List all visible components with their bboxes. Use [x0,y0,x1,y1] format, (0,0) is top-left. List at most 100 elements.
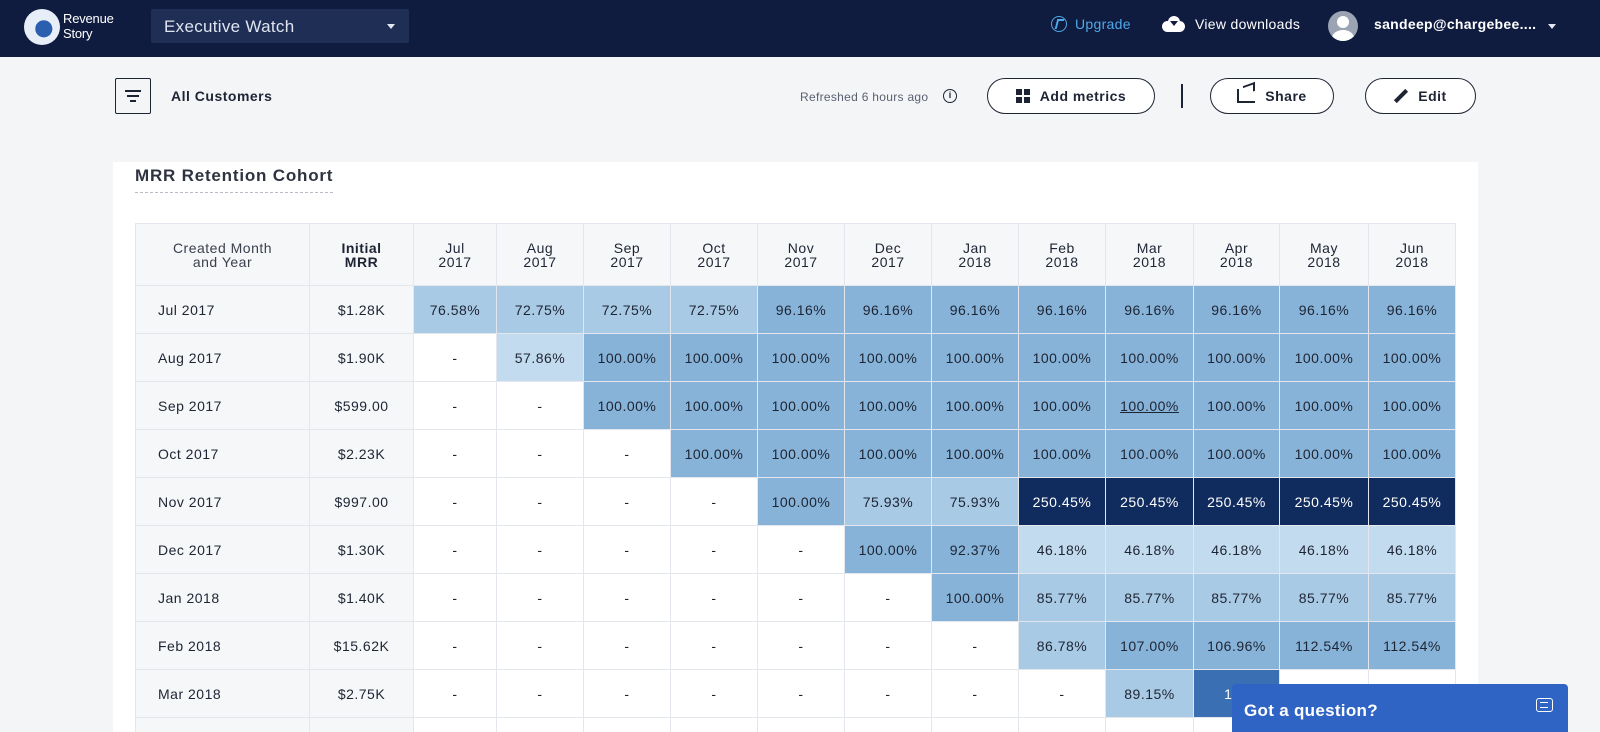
retention-cell[interactable]: 100.00% [931,381,1019,430]
retention-cell[interactable]: 46.18% [1105,525,1194,574]
retention-cell[interactable]: 250.45% [1105,477,1194,526]
retention-cell[interactable]: 100.00% [931,429,1019,478]
retention-cell[interactable]: 96.16% [1368,285,1456,334]
retention-cell[interactable]: 96.16% [1193,285,1280,334]
retention-cell[interactable]: 96.16% [1018,285,1106,334]
retention-cell[interactable]: 76.58% [413,285,497,334]
retention-cell[interactable]: 250.45% [1193,477,1280,526]
retention-cell[interactable]: 106.96% [1193,621,1280,670]
retention-cell[interactable]: 72.75% [670,285,758,334]
header-month: Oct 2017 [670,223,758,286]
add-metrics-button[interactable]: Add metrics [987,78,1155,114]
retention-cell[interactable]: 75.93% [931,477,1019,526]
chat-widget[interactable]: Got a question? [1232,684,1568,732]
retention-cell[interactable]: 96.16% [1279,285,1369,334]
retention-cell[interactable]: 100.00% [1279,429,1369,478]
retention-cell[interactable]: 89.15% [1105,669,1194,718]
retention-cell[interactable]: 96.16% [931,285,1019,334]
retention-cell[interactable]: 85.77% [1279,573,1369,622]
retention-cell[interactable]: 250.45% [1279,477,1369,526]
retention-cell[interactable]: 100.00% [1193,429,1280,478]
add-metrics-label: Add metrics [1039,88,1127,104]
retention-cell: - [757,525,845,574]
retention-cell[interactable]: 100.00% [1368,333,1456,382]
retention-cell[interactable]: 92.37% [931,525,1019,574]
header-month-year: 2018 [1132,253,1167,270]
retention-cell[interactable]: 57.86% [496,333,584,382]
header-month: May 2018 [1279,223,1369,286]
retention-cell[interactable]: 100.00% [757,333,845,382]
retention-cell[interactable]: 85.77% [1018,573,1106,622]
card-title[interactable]: MRR Retention Cohort [135,166,334,193]
retention-cell[interactable]: 100.00% [844,429,932,478]
retention-cell: - [496,381,584,430]
retention-cell[interactable]: 100.00% [1105,381,1194,430]
retention-cell[interactable]: 96.16% [844,285,932,334]
filter-button[interactable] [115,78,151,114]
edit-button[interactable]: Edit [1365,78,1476,114]
retention-cell[interactable]: 100.00% [1193,333,1280,382]
retention-cell[interactable]: 46.18% [1193,525,1280,574]
retention-cell[interactable]: 100.00% [931,573,1019,622]
retention-cell[interactable]: 100.00% [931,333,1019,382]
retention-cell[interactable]: 100.00% [757,381,845,430]
retention-cell[interactable]: 96.16% [1105,285,1194,334]
header-month-name: Feb [1049,239,1075,256]
retention-cell[interactable]: 86.78% [1018,621,1106,670]
header-month-name: Jan [962,239,988,256]
retention-cell[interactable]: 100.00% [1018,429,1106,478]
share-button[interactable]: Share [1210,78,1334,114]
retention-cell: - [931,669,1019,718]
edit-label: Edit [1418,88,1447,104]
retention-cell[interactable]: 100.00% [583,333,671,382]
dashboard-select[interactable]: Executive Watch [151,9,409,43]
avatar[interactable] [1328,11,1358,41]
logo-text[interactable]: Revenue Story [63,11,114,41]
retention-cell[interactable]: 72.75% [583,285,671,334]
view-downloads-button[interactable]: View downloads [1162,16,1300,32]
retention-cell[interactable]: 250.45% [1018,477,1106,526]
retention-cell[interactable]: 100.00% [1018,381,1106,430]
retention-cell[interactable]: 100.00% [583,381,671,430]
retention-cell: - [670,525,758,574]
retention-cell[interactable]: 46.18% [1368,525,1456,574]
revenue-story-logo-icon[interactable] [24,9,60,45]
retention-cell[interactable]: 75.93% [844,477,932,526]
retention-cell[interactable]: 107.00% [1105,621,1194,670]
retention-cell: - [496,429,584,478]
retention-cell[interactable]: 85.77% [1368,573,1456,622]
retention-cell[interactable]: 85.77% [1193,573,1280,622]
retention-cell[interactable]: 96.16% [757,285,845,334]
retention-cell[interactable]: 100.00% [1368,429,1456,478]
retention-cell[interactable]: 100.00% [1368,381,1456,430]
retention-cell[interactable]: 100.00% [670,333,758,382]
retention-cell[interactable]: 100.00% [1279,333,1369,382]
retention-cell[interactable]: 250.45% [1368,477,1456,526]
retention-cell[interactable]: 46.18% [1279,525,1369,574]
retention-cell[interactable]: 100.00% [670,429,758,478]
upgrade-link[interactable]: Upgrade [1051,16,1131,32]
retention-cell[interactable]: 72.75% [496,285,584,334]
retention-cell[interactable]: 100.00% [1279,381,1369,430]
table-row: Jul 2017 $1.28K 76.58% 72.75% 72.75% 72.75% 96… [135,285,1456,334]
retention-cell[interactable]: 100.00% [1193,381,1280,430]
retention-cell[interactable]: 100.00% [670,381,758,430]
user-menu-chevron-down-icon[interactable] [1548,24,1556,29]
retention-cell[interactable]: 100.00% [757,429,845,478]
retention-cell[interactable]: 85.77% [1105,573,1194,622]
retention-cell[interactable]: 46.18% [1018,525,1106,574]
pencil-icon [1394,89,1408,103]
retention-cell[interactable]: 100.00% [844,525,932,574]
retention-cell[interactable]: 100.00% [757,477,845,526]
retention-cell[interactable]: 100.00% [1018,333,1106,382]
retention-cell[interactable]: 100.00% [1105,429,1194,478]
retention-cell[interactable]: 112.54% [1368,621,1456,670]
retention-cell[interactable]: 100.00% [844,381,932,430]
retention-cell[interactable]: 100.00% [1105,333,1194,382]
user-email[interactable]: sandeep@chargebee.... [1374,16,1536,32]
retention-cell[interactable]: 112.54% [1279,621,1369,670]
header-month: Jan 2018 [931,223,1019,286]
dashboard-select-label: Executive Watch [164,17,295,36]
retention-cell[interactable]: 100.00% [844,333,932,382]
info-icon[interactable]: i [943,89,957,103]
